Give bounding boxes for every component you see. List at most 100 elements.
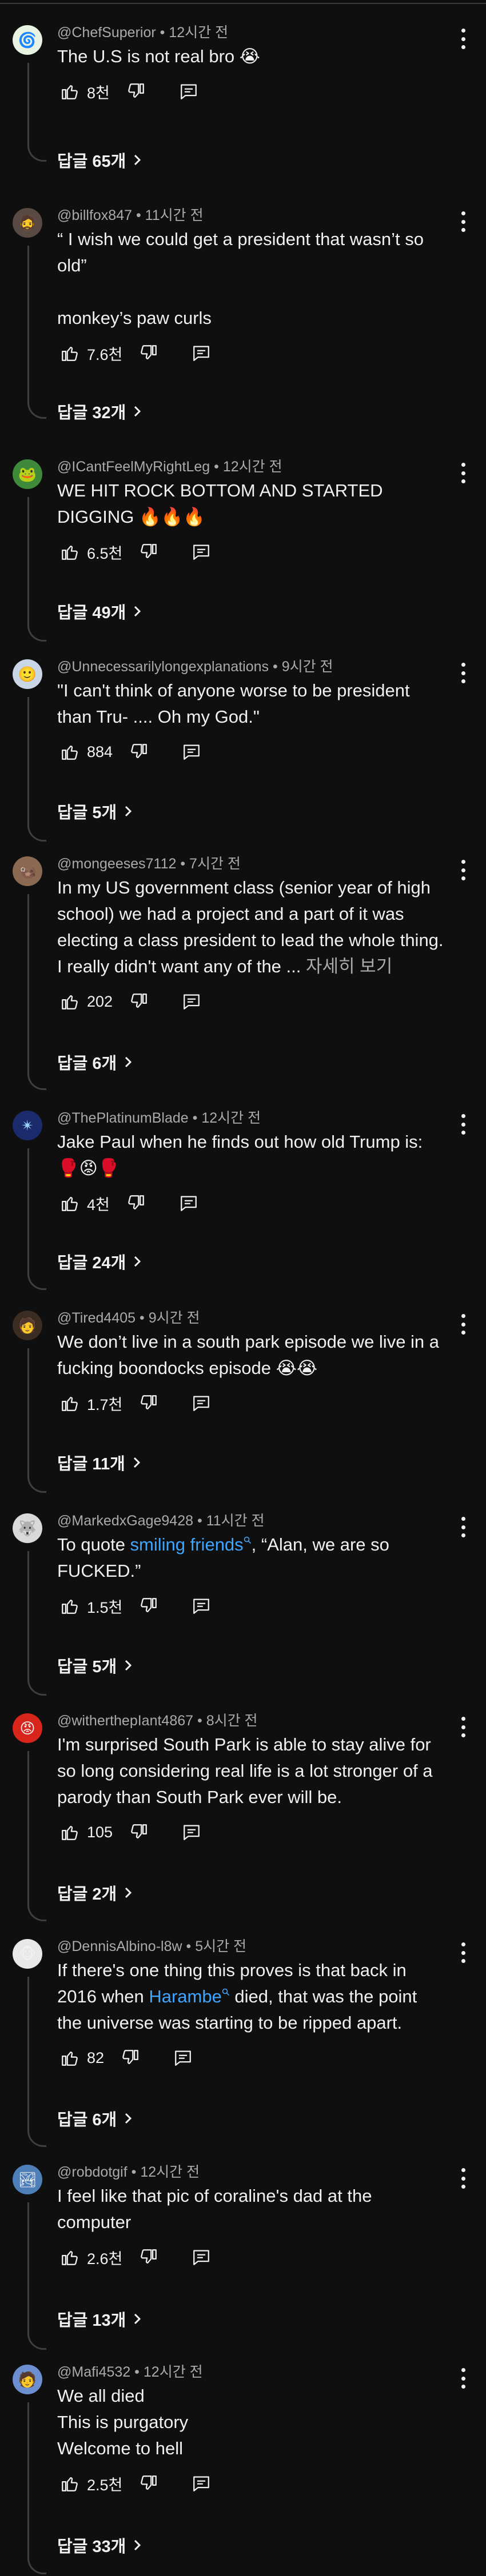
avatar[interactable]: 🧑 <box>13 1311 42 1340</box>
view-replies-button[interactable]: 답글 32개 <box>57 399 142 424</box>
author-handle[interactable]: @MarkedxGage9428 <box>57 1513 193 1529</box>
more-options-button[interactable] <box>457 1112 469 1137</box>
view-replies-button[interactable]: 답글 13개 <box>57 2306 142 2331</box>
avatar[interactable]: 🦦 <box>13 856 42 886</box>
search-link[interactable]: smiling friends <box>130 1535 252 1555</box>
dislike-button[interactable] <box>126 739 152 764</box>
dislike-button[interactable] <box>136 340 161 366</box>
author-handle[interactable]: @mongeeses7112 <box>57 856 176 872</box>
like-button[interactable] <box>57 539 82 564</box>
replies-label: 답글 6개 <box>57 2111 117 2129</box>
like-button[interactable] <box>57 2471 82 2496</box>
more-options-button[interactable] <box>457 1714 469 1740</box>
timestamp[interactable]: 9시간 전 <box>282 659 333 675</box>
like-button[interactable] <box>57 1391 82 1416</box>
timestamp[interactable]: 12시간 전 <box>223 459 282 475</box>
avatar[interactable]: 🐸 <box>13 459 42 489</box>
author-handle[interactable]: @ICantFeelMyRightLeg <box>57 459 210 475</box>
more-options-button[interactable] <box>457 26 469 51</box>
reply-button[interactable] <box>179 989 204 1014</box>
timestamp[interactable]: 12시간 전 <box>144 2364 203 2380</box>
avatar[interactable]: 🌀 <box>13 25 42 55</box>
author-handle[interactable]: @ThePlatinumBlade <box>57 1110 189 1126</box>
dislike-button[interactable] <box>136 2471 161 2496</box>
timestamp[interactable]: 11시간 전 <box>206 1513 265 1529</box>
author-handle[interactable]: @Mafi4532 <box>57 2364 130 2380</box>
reply-button[interactable] <box>170 2045 196 2070</box>
dislike-button[interactable] <box>124 79 149 104</box>
dislike-button[interactable] <box>136 1593 161 1618</box>
author-handle[interactable]: @Tired4405 <box>57 1310 136 1326</box>
like-button[interactable] <box>57 989 82 1014</box>
reply-button[interactable] <box>189 1593 214 1618</box>
dislike-button[interactable] <box>136 539 161 564</box>
like-button[interactable] <box>57 1191 82 1216</box>
avatar[interactable]: 🐺 <box>13 1513 42 1543</box>
view-replies-button[interactable]: 답글 11개 <box>57 1450 141 1475</box>
like-button[interactable] <box>57 1593 82 1618</box>
timestamp[interactable]: 11시간 전 <box>145 207 204 223</box>
view-replies-button[interactable]: 답글 6개 <box>57 2106 133 2131</box>
like-button[interactable] <box>57 2045 82 2070</box>
reply-button[interactable] <box>189 340 214 366</box>
avatar[interactable]: 🧑 <box>13 2365 42 2394</box>
more-options-button[interactable] <box>457 1940 469 1965</box>
reply-button[interactable] <box>176 79 201 104</box>
view-replies-button[interactable]: 답글 2개 <box>57 1880 133 1905</box>
more-options-button[interactable] <box>457 858 469 883</box>
dislike-button[interactable] <box>118 2045 143 2070</box>
search-link[interactable]: Harambe <box>149 1986 230 2006</box>
more-options-button[interactable] <box>457 1312 469 1337</box>
dislike-button[interactable] <box>136 2245 161 2270</box>
like-button[interactable] <box>57 79 82 104</box>
dislike-button[interactable] <box>126 989 152 1014</box>
more-options-button[interactable] <box>457 660 469 686</box>
timestamp[interactable]: 12시간 전 <box>201 1110 261 1126</box>
avatar[interactable]: 🏞 <box>13 2165 42 2194</box>
like-button[interactable] <box>57 1820 82 1845</box>
reply-button[interactable] <box>189 539 214 564</box>
author-handle[interactable]: @billfox847 <box>57 207 132 223</box>
avatar[interactable]: 🙂 <box>13 659 42 689</box>
timestamp[interactable]: 9시간 전 <box>149 1310 200 1326</box>
timestamp[interactable]: 12시간 전 <box>169 25 228 41</box>
author-handle[interactable]: @robdotgif <box>57 2164 128 2180</box>
reply-button[interactable] <box>176 1191 201 1216</box>
author-handle[interactable]: @DennisAlbino-l8w <box>57 1938 182 1954</box>
avatar[interactable]: ✴ <box>13 1111 42 1140</box>
view-replies-button[interactable]: 답글 65개 <box>57 147 142 173</box>
more-options-button[interactable] <box>457 2366 469 2391</box>
author-handle[interactable]: @ChefSuperior <box>57 25 156 41</box>
more-options-button[interactable] <box>457 460 469 486</box>
dislike-button[interactable] <box>126 1820 152 1845</box>
author-handle[interactable]: @Unnecessarilylongexplanations <box>57 659 269 675</box>
author-handle[interactable]: @witherthepIant4867 <box>57 1713 193 1729</box>
dislike-button[interactable] <box>124 1191 149 1216</box>
view-replies-button[interactable]: 답글 6개 <box>57 1049 133 1075</box>
more-options-button[interactable] <box>457 1515 469 1540</box>
view-replies-button[interactable]: 답글 33개 <box>57 2533 142 2558</box>
reply-button[interactable] <box>189 2471 214 2496</box>
timestamp[interactable]: 8시간 전 <box>206 1713 258 1729</box>
view-replies-button[interactable]: 답글 49개 <box>57 599 142 624</box>
like-button[interactable] <box>57 2245 82 2270</box>
timestamp[interactable]: 12시간 전 <box>140 2164 200 2180</box>
more-options-button[interactable] <box>457 2166 469 2191</box>
timestamp[interactable]: 7시간 전 <box>189 856 241 872</box>
reply-button[interactable] <box>179 739 204 764</box>
more-options-button[interactable] <box>457 209 469 234</box>
view-replies-button[interactable]: 답글 5개 <box>57 1653 133 1678</box>
reply-button[interactable] <box>179 1820 204 1845</box>
avatar[interactable]: 😡 <box>13 1713 42 1743</box>
avatar[interactable]: 🐵 <box>13 1939 42 1969</box>
read-more-link[interactable]: 자세히 보기 <box>306 956 392 976</box>
like-button[interactable] <box>57 340 82 366</box>
timestamp[interactable]: 5시간 전 <box>195 1938 246 1954</box>
reply-button[interactable] <box>189 1391 214 1416</box>
view-replies-button[interactable]: 답글 5개 <box>57 799 133 824</box>
reply-button[interactable] <box>189 2245 214 2270</box>
view-replies-button[interactable]: 답글 24개 <box>57 1249 142 1274</box>
like-button[interactable] <box>57 739 82 764</box>
dislike-button[interactable] <box>136 1391 161 1416</box>
avatar[interactable]: 🧔 <box>13 208 42 238</box>
